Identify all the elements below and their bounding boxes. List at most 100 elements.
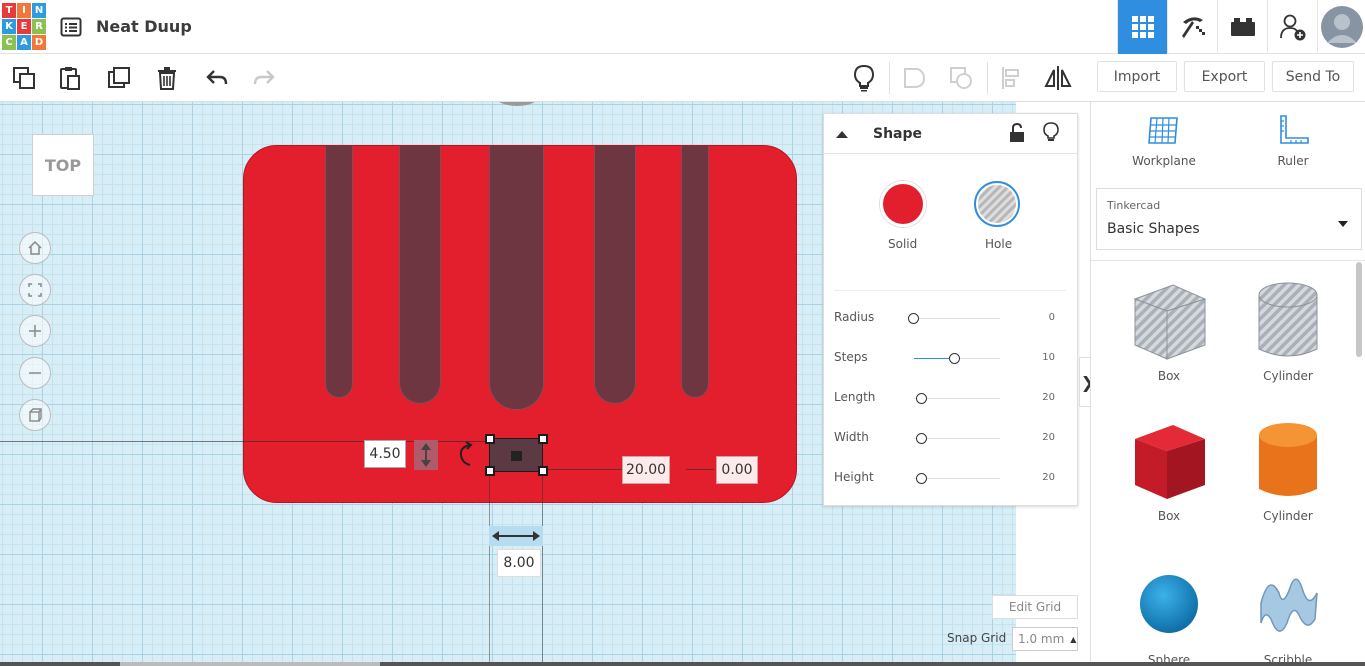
collapse-up-icon[interactable] [832,124,852,144]
delete-icon[interactable] [151,62,183,94]
pickaxe-icon[interactable] [1167,0,1217,54]
height-slider[interactable] [916,473,927,484]
hole-swatch[interactable] [974,181,1020,227]
logo-letter: N [32,3,46,18]
guide-line [686,469,714,470]
shape-label: Box [1157,509,1181,523]
3d-view-grid-icon[interactable] [1117,0,1167,54]
redo-icon[interactable] [248,62,280,94]
logo-letter: R [32,19,46,34]
param-value-length[interactable]: 20 [1042,392,1055,403]
x-offset-input[interactable]: 20.00 [622,456,670,484]
logo-letter: K [2,19,16,34]
caret-down-icon [1337,213,1349,232]
group-icon[interactable] [898,62,930,94]
slot-hole[interactable] [681,146,709,398]
slot-hole[interactable] [325,146,353,398]
slot-hole[interactable] [399,146,441,404]
solid-color-swatch[interactable] [880,181,926,227]
send-to-button[interactable]: Send To [1272,61,1354,92]
export-button[interactable]: Export [1184,61,1265,92]
length-slider[interactable] [916,393,927,404]
lightbulb-icon[interactable] [848,62,880,94]
shape-scribble[interactable]: Scribble [1223,563,1353,666]
resize-handle[interactable] [538,434,548,444]
duplicate-icon[interactable] [103,62,135,94]
param-label-length: Length [834,390,876,404]
view-cube[interactable]: TOP [32,134,94,196]
snap-grid-select[interactable]: 1.0 mm ▲ [1012,627,1078,651]
zoom-in-icon[interactable] [19,315,51,347]
mirror-icon[interactable] [1042,62,1074,94]
edit-grid-button[interactable]: Edit Grid [992,595,1078,619]
document-title[interactable]: Neat Duup [96,17,192,36]
shape-label: Cylinder [1263,369,1313,383]
caret-up-icon: ▲ [1070,634,1077,644]
shape-box-hole[interactable]: Box [1104,279,1234,409]
logo-letter: T [2,3,16,18]
add-user-icon[interactable] [1267,0,1317,54]
param-value-width[interactable]: 20 [1042,432,1055,443]
copy-icon[interactable] [8,62,40,94]
rotation-input[interactable]: 4.50 [364,440,406,468]
snap-grid-label: Snap Grid [947,631,1007,645]
resize-handle[interactable] [485,466,495,476]
param-value-radius[interactable]: 0 [1049,312,1055,323]
radius-slider[interactable] [908,313,919,324]
sidebar-scrollbar[interactable] [1356,262,1362,357]
cylinder-icon [1259,423,1317,496]
logo-letter: A [17,35,31,50]
ruler-label: Ruler [1277,154,1309,168]
resize-handle[interactable] [485,434,495,444]
guide-line [542,472,543,666]
cylinder-hole-icon [1258,282,1318,357]
user-avatar[interactable] [1317,0,1365,54]
param-value-steps[interactable]: 10 [1042,352,1055,363]
rotate-arrow-icon[interactable] [456,441,476,469]
ruler-icon [1280,115,1309,144]
shape-box[interactable]: Box [1104,419,1234,549]
box-icon [1135,425,1205,499]
import-button[interactable]: Import [1097,61,1177,92]
ungroup-icon[interactable] [945,62,977,94]
shape-cylinder[interactable]: Cylinder [1223,419,1353,549]
slot-hole[interactable] [594,146,636,404]
zoom-out-icon[interactable] [19,357,51,389]
shape-cylinder-hole[interactable]: Cylinder [1223,279,1353,409]
guide-line [543,469,623,470]
param-label-radius: Radius [834,310,875,324]
steps-slider[interactable] [949,353,960,364]
top-bar: T I N K E R C A D Neat Duup [0,0,1365,54]
taskbar-strip [0,662,1365,666]
shape-label: Cylinder [1263,509,1313,523]
design-menu-icon[interactable] [59,15,83,39]
y-offset-input[interactable]: 0.00 [716,456,758,484]
shape-inspector: Shape Solid Hole Radius 0 Steps 10 Lengt… [823,113,1078,506]
perspective-icon[interactable] [19,399,51,431]
top-nav [1117,0,1365,54]
undo-icon[interactable] [201,62,233,94]
width-slider[interactable] [916,433,927,444]
home-view-icon[interactable] [19,232,51,264]
shape-sphere[interactable]: Sphere [1104,563,1234,666]
slot-hole[interactable] [489,146,544,410]
shape-library-select[interactable]: Tinkercad Basic Shapes [1096,188,1362,250]
workplane-button[interactable]: Workplane [1099,112,1229,176]
ruler-button[interactable]: Ruler [1228,112,1358,176]
unlock-icon[interactable] [1009,122,1025,147]
snap-grid-value: 1.0 mm [1018,632,1065,646]
paste-icon[interactable] [54,62,86,94]
width-arrow-icon[interactable] [489,526,543,546]
resize-handle[interactable] [538,466,548,476]
align-icon[interactable] [994,62,1026,94]
workplane-icon [1148,117,1178,144]
bricks-icon[interactable] [1217,0,1267,54]
param-value-height[interactable]: 20 [1042,472,1055,483]
tinkercad-logo[interactable]: T I N K E R C A D [2,3,46,51]
fit-view-icon[interactable] [19,274,51,306]
height-arrow-icon[interactable] [414,440,438,470]
lightbulb-icon[interactable] [1043,122,1059,148]
width-input[interactable]: 8.00 [497,549,541,577]
library-name: Basic Shapes [1107,221,1200,237]
selection-center-handle[interactable] [511,451,522,461]
